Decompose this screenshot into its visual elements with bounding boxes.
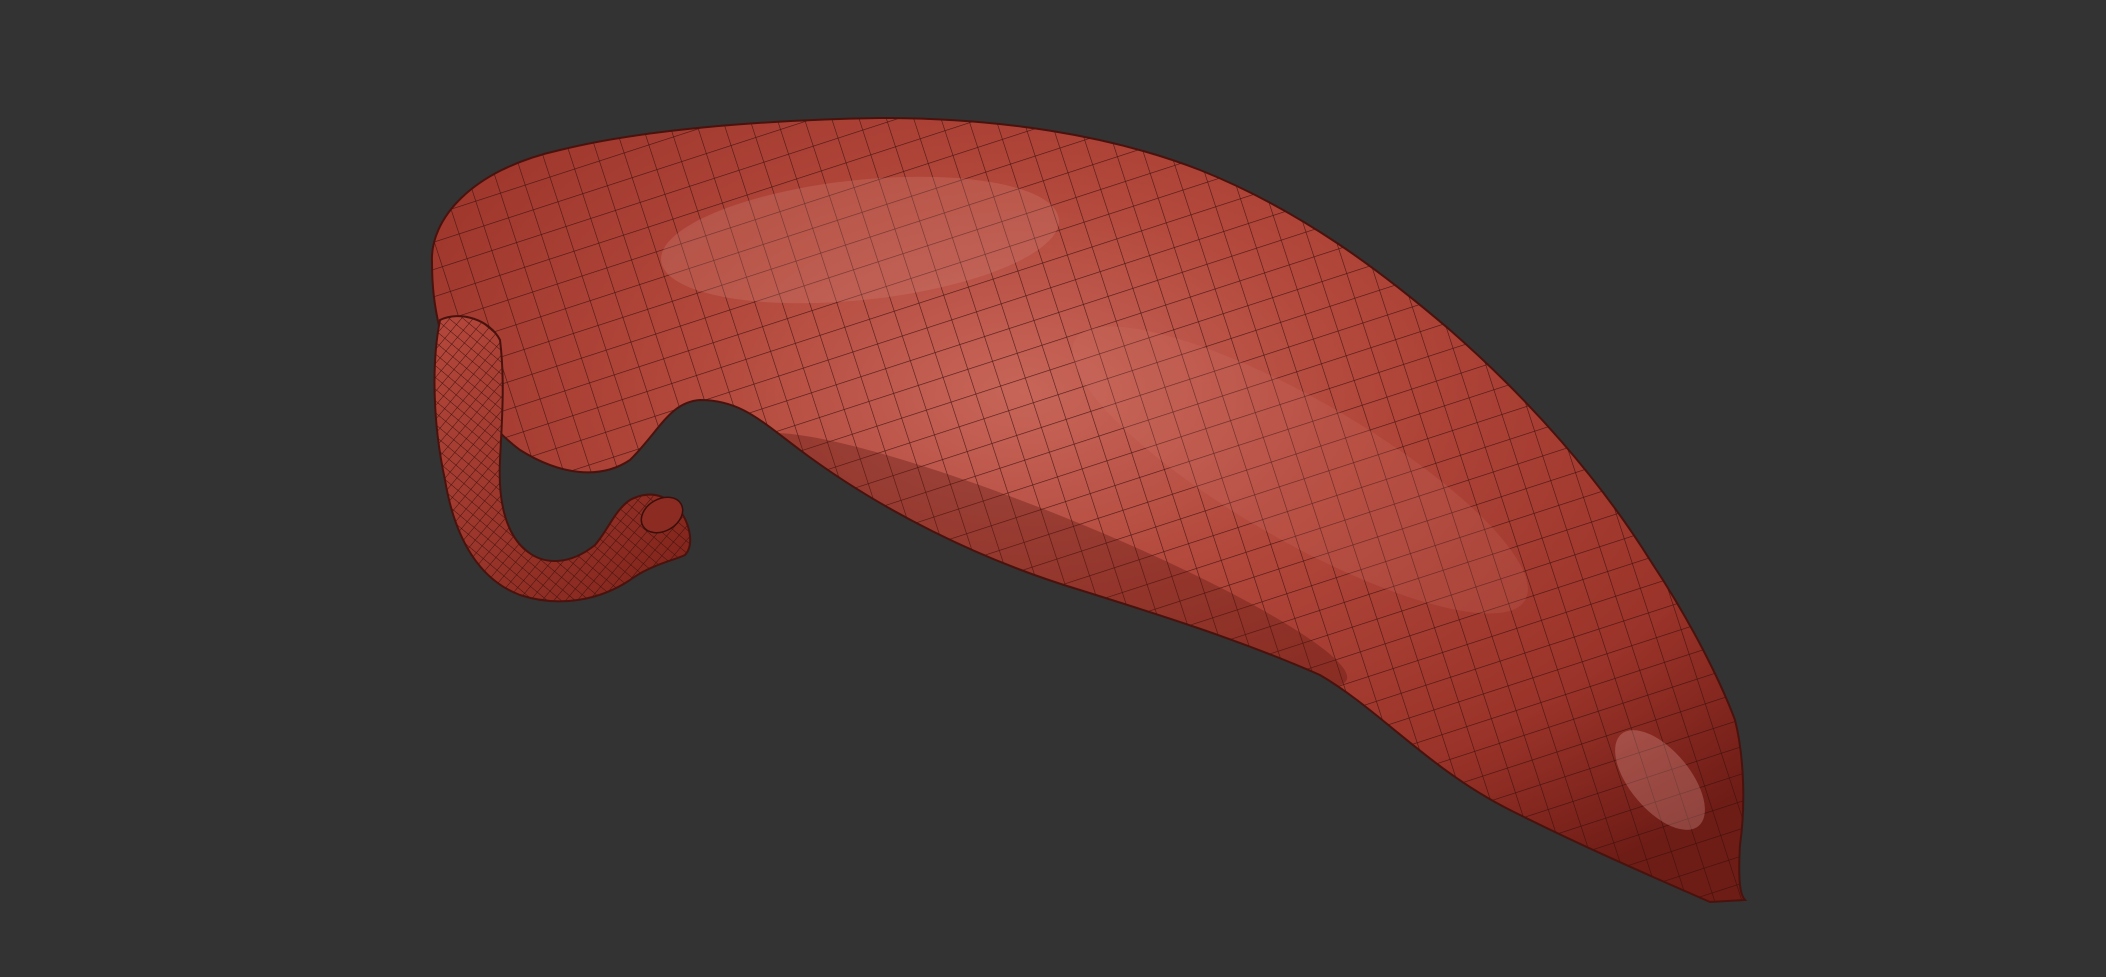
mesh-render[interactable] bbox=[0, 0, 2106, 977]
3d-viewport[interactable] bbox=[0, 0, 2106, 977]
pepper-body bbox=[430, 117, 1746, 903]
